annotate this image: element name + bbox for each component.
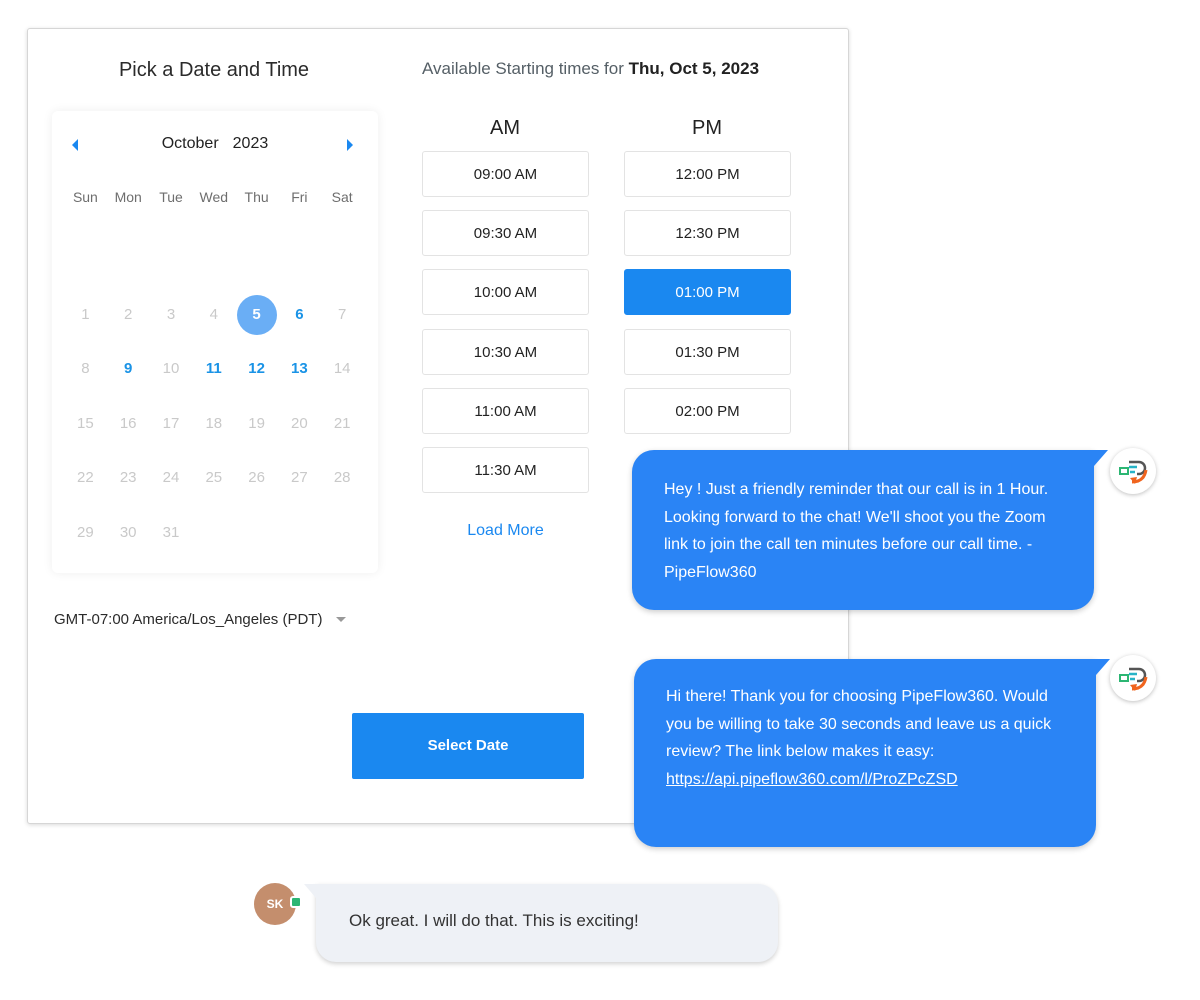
calendar-day-disabled: 10: [162, 360, 180, 377]
time-slot[interactable]: 09:00 AM: [422, 151, 589, 197]
calendar-day-available[interactable]: 11: [192, 349, 235, 389]
calendar-day-disabled: 8: [81, 360, 90, 377]
calendar-empty-cell: [278, 513, 321, 553]
calendar-day-disabled: 1: [81, 306, 90, 323]
calendar-day-disabled: 23: [119, 469, 137, 486]
calendar-empty-cell: [235, 513, 278, 553]
time-slot[interactable]: 10:00 AM: [422, 269, 589, 315]
bot-avatar: [1110, 655, 1156, 701]
calendar-day-available[interactable]: 9: [107, 349, 150, 389]
calendar-week: 1 2 3 4 567: [64, 295, 364, 335]
time-slot-selected[interactable]: 01:00 PM: [624, 269, 791, 315]
calendar-empty-cell: [321, 513, 364, 553]
bot-message-review: Hi there! Thank you for choosing PipeFlo…: [634, 659, 1110, 847]
calendar-week: 15 16 17 18 19 20 21: [64, 404, 364, 444]
calendar-week: 29 30 31: [64, 513, 364, 553]
page-title: Pick a Date and Time: [118, 59, 310, 81]
time-slot[interactable]: 02:00 PM: [624, 388, 791, 434]
calendar-day-disabled: 27: [291, 469, 308, 486]
chevron-down-icon: [336, 617, 347, 622]
time-slot[interactable]: 12:30 PM: [624, 210, 791, 256]
calendar-day-disabled: 2: [124, 306, 133, 323]
user-message: Ok great. I will do that. This is exciti…: [304, 884, 778, 962]
calendar-day-disabled: 15: [77, 415, 94, 432]
calendar-day-disabled: 31: [162, 524, 180, 541]
calendar-day-disabled: 19: [248, 415, 265, 432]
calendar-day-disabled: 4: [209, 306, 218, 323]
calendar: October 2023 Sun Mon Tue Wed Thu Fri Sat …: [52, 111, 378, 573]
time-slot[interactable]: 11:30 AM: [422, 447, 589, 493]
weekday-label: Wed: [199, 189, 229, 205]
weekday-label: Sat: [331, 189, 353, 205]
calendar-day-disabled: 17: [162, 415, 180, 432]
calendar-empty-cell: [192, 513, 235, 553]
weekday-header: Sun Mon Tue Wed Thu Fri Sat: [64, 189, 364, 205]
calendar-header: October 2023: [52, 135, 378, 159]
next-month-icon[interactable]: [347, 139, 353, 151]
calendar-month: October: [161, 135, 219, 152]
time-slot[interactable]: 09:30 AM: [422, 210, 589, 256]
calendar-week: 8 9 10 11 12 13 14: [64, 349, 364, 389]
calendar-day-available[interactable]: 13: [278, 349, 321, 389]
pm-column-label: PM: [692, 117, 722, 139]
calendar-day-disabled: 21: [333, 415, 351, 432]
time-slot[interactable]: 01:30 PM: [624, 329, 791, 375]
calendar-day-disabled: 3: [166, 306, 176, 323]
calendar-day-disabled: 18: [205, 415, 223, 432]
weekday-label: Fri: [291, 189, 308, 205]
calendar-day-disabled: 22: [77, 469, 94, 486]
bot-message-reminder: Hey ! Just a friendly reminder that our …: [632, 450, 1108, 610]
calendar-day-disabled: 30: [119, 524, 137, 541]
review-link[interactable]: https://api.pipeflow360.com/l/ProZPcZSD: [666, 771, 958, 788]
time-slot[interactable]: 11:00 AM: [422, 388, 589, 434]
calendar-day-disabled: 29: [77, 524, 94, 541]
weekday-label: Thu: [244, 189, 269, 205]
timezone-value: GMT-07:00 America/Los_Angeles (PDT): [54, 611, 323, 628]
calendar-day-selected[interactable]: 5: [235, 295, 278, 335]
weekday-label: Tue: [159, 189, 183, 205]
weekday-label: Sun: [72, 189, 98, 205]
calendar-day-available[interactable]: 6: [278, 295, 321, 335]
calendar-day-label: 5: [252, 306, 261, 323]
calendar-day-disabled: 28: [333, 469, 351, 486]
pipeflow-logo-icon: [1119, 667, 1148, 691]
calendar-day-disabled: 25: [205, 469, 223, 486]
calendar-year: 2023: [232, 135, 269, 152]
calendar-week: 22 23 24 25 26 27 28: [64, 458, 364, 498]
weekday-label: Mon: [114, 189, 142, 205]
calendar-day-disabled: 7: [338, 306, 347, 323]
load-more-link[interactable]: Load More: [422, 522, 589, 540]
time-slot[interactable]: 12:00 PM: [624, 151, 791, 197]
timezone-select[interactable]: GMT-07:00 America/Los_Angeles (PDT): [54, 611, 347, 628]
sms-channel-icon: [290, 896, 302, 908]
time-slot[interactable]: 10:30 AM: [422, 329, 589, 375]
calendar-day-available[interactable]: 12: [235, 349, 278, 389]
calendar-day-disabled: 26: [248, 469, 265, 486]
calendar-day-disabled: 16: [119, 415, 137, 432]
select-date-button[interactable]: Select Date: [352, 713, 584, 779]
bot-avatar: [1110, 448, 1156, 494]
selected-date: Thu, Oct 5, 2023: [628, 59, 760, 78]
calendar-day-disabled: 14: [333, 360, 351, 377]
am-column-label: AM: [490, 117, 520, 139]
calendar-day-disabled: 24: [162, 469, 180, 486]
pipeflow-logo-icon: [1119, 460, 1148, 484]
calendar-day-disabled: 20: [291, 415, 308, 432]
available-times-heading: Available Starting times for Thu, Oct 5,…: [422, 59, 760, 78]
